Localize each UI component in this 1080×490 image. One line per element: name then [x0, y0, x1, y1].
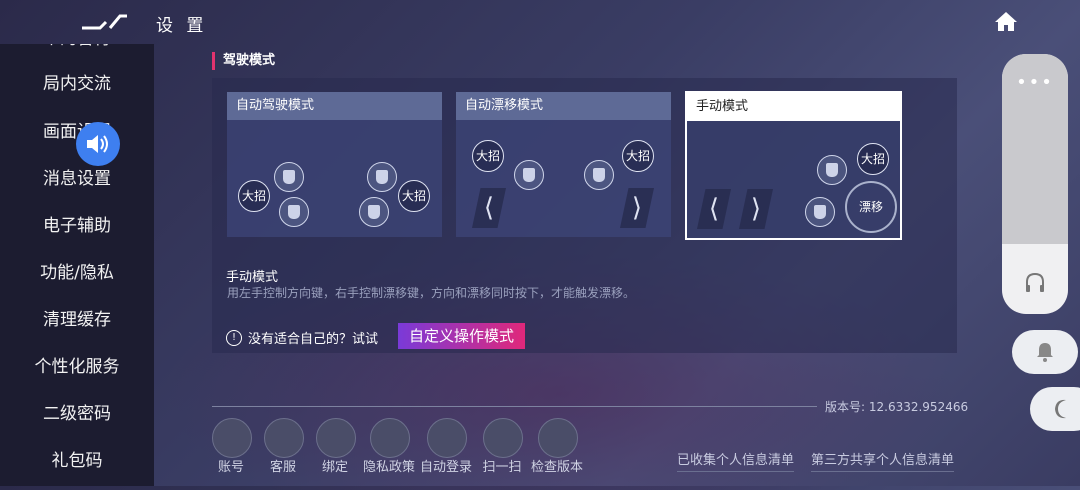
night-mode-toggle[interactable]: [1030, 387, 1080, 431]
mode-card-title: 自动驾驶模式: [227, 92, 442, 120]
speaker-icon[interactable]: [76, 122, 120, 166]
sidebar-item-assist[interactable]: 电子辅助: [0, 206, 154, 246]
mode-card-title: 自动漂移模式: [456, 92, 671, 120]
bind-icon[interactable]: [316, 418, 356, 458]
right-arrow-icon: ⟩: [620, 188, 654, 228]
mode-card-title: 手动模式: [687, 93, 900, 121]
tip-text: 没有适合自己的？试试: [248, 332, 379, 347]
skill-icon: [367, 162, 397, 192]
third-party-info-link[interactable]: 第三方共享个人信息清单: [811, 449, 955, 472]
mode-card-manual[interactable]: 手动模式 ⟨ ⟩ 大招 漂移: [685, 91, 902, 240]
ultimate-button: 大招: [622, 140, 654, 172]
sidebar-item-personalize[interactable]: 个性化服务: [0, 347, 154, 387]
mode-card-auto-drive[interactable]: 自动驾驶模式 大招 大招: [227, 92, 442, 237]
bind-label: 绑定: [321, 460, 348, 475]
sidebar-item-privacy[interactable]: 功能/隐私: [0, 253, 154, 293]
skill-icon: [817, 155, 847, 185]
scan-icon[interactable]: [483, 418, 523, 458]
more-icon[interactable]: •••: [1002, 72, 1068, 93]
sidebar-item-music[interactable]: 个的音符: [0, 44, 154, 59]
account-label: 账号: [217, 460, 244, 475]
collected-info-link[interactable]: 已收集个人信息清单: [677, 449, 795, 472]
privacy-policy-label: 隐私政策: [362, 460, 415, 475]
skill-icon: [274, 162, 304, 192]
support-label: 客服: [269, 460, 296, 475]
ultimate-button: 大招: [238, 180, 270, 212]
sidebar-item-password[interactable]: 二级密码: [0, 394, 154, 434]
divider: [212, 406, 817, 407]
ultimate-button: 大招: [472, 140, 504, 172]
home-icon[interactable]: [994, 10, 1018, 32]
moon-icon: [1055, 399, 1066, 419]
bell-icon: [1037, 343, 1053, 362]
top-bar: 设 置: [0, 0, 1080, 44]
version-label: 版本号: 12.6332.952466: [825, 400, 969, 414]
skill-icon: [514, 160, 544, 190]
skill-icon: [584, 160, 614, 190]
check-version-icon[interactable]: [538, 418, 578, 458]
ultimate-button: 大招: [398, 180, 430, 212]
auto-login-icon[interactable]: [427, 418, 467, 458]
description-text: 用左手控制方向键，右手控制漂移键，方向和漂移同时按下，才能触发漂移。: [227, 286, 636, 300]
custom-mode-button[interactable]: 自定义操作模式: [398, 323, 525, 349]
sidebar: 个的音符 局内交流 画面设置 消息设置 电子辅助 功能/隐私 清理缓存 个性化服…: [0, 44, 154, 486]
info-icon: !: [226, 329, 242, 346]
headphones-icon[interactable]: [1024, 272, 1046, 294]
drift-button: 漂移: [845, 181, 897, 233]
mode-card-auto-drift[interactable]: 自动漂移模式 大招 大招 ⟨ ⟩: [456, 92, 671, 237]
sidebar-item-cache[interactable]: 清理缓存: [0, 300, 154, 340]
page-title: 设 置: [156, 16, 208, 36]
skill-icon: [805, 197, 835, 227]
skill-icon: [359, 197, 389, 227]
notification-toggle[interactable]: [1012, 330, 1078, 374]
support-icon[interactable]: [264, 418, 304, 458]
sidebar-item-chat[interactable]: 局内交流: [0, 64, 154, 104]
section-title: 驾驶模式: [212, 52, 275, 70]
sidebar-item-messages[interactable]: 消息设置: [0, 159, 154, 199]
ultimate-button: 大招: [857, 143, 889, 175]
account-icon[interactable]: [212, 418, 252, 458]
logo-icon: [82, 14, 127, 30]
check-version-label: 检查版本: [530, 460, 583, 475]
volume-panel[interactable]: •••: [1002, 54, 1068, 314]
auto-login-label: 自动登录: [419, 460, 472, 475]
privacy-policy-icon[interactable]: [370, 418, 410, 458]
left-arrow-icon: ⟨: [697, 189, 731, 229]
description-title: 手动模式: [226, 270, 279, 285]
right-arrow-icon: ⟩: [739, 189, 773, 229]
sidebar-item-giftcode[interactable]: 礼包码: [0, 441, 154, 481]
scan-label: 扫一扫: [482, 460, 522, 475]
custom-tip: ! 没有适合自己的？试试: [226, 328, 378, 347]
skill-icon: [279, 197, 309, 227]
left-arrow-icon: ⟨: [472, 188, 506, 228]
